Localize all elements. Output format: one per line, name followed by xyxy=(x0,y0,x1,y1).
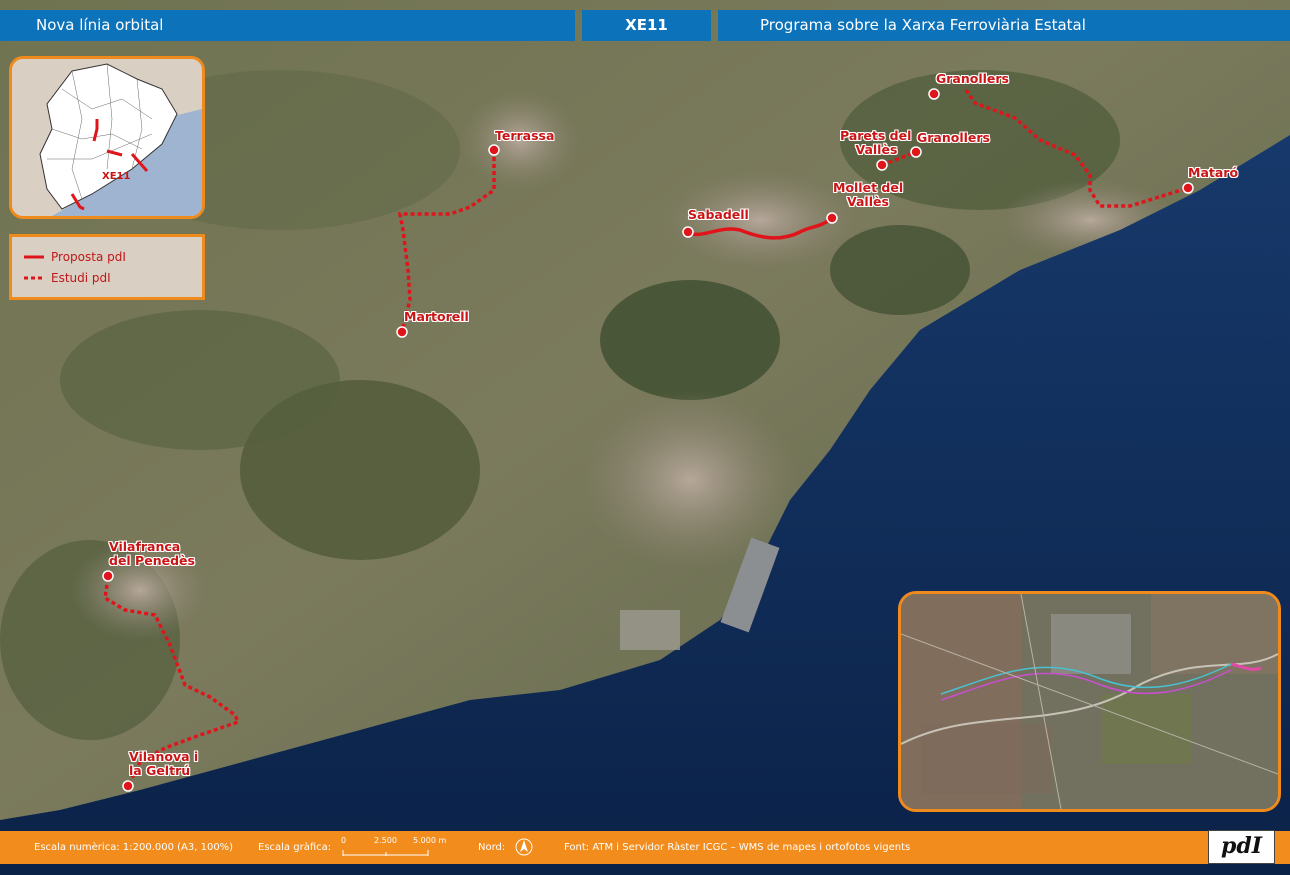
city-label-vilafranca: Vilafranca del Penedès xyxy=(109,540,195,568)
city-label-line: Vallès xyxy=(847,194,889,209)
scale-tick-5000: 5.000 m xyxy=(413,836,447,845)
scale-numeric: Escala numèrica: 1:200.000 (A3, 100%) xyxy=(34,842,234,853)
city-label-mollet: Mollet del Vallès xyxy=(833,181,903,209)
legend: Proposta pdI Estudi pdI xyxy=(9,234,205,300)
scale-tick-2500: 2.500 xyxy=(374,836,397,845)
source-credit: Font: ATM i Servidor Ràster ICGC – WMS d… xyxy=(564,842,911,853)
city-label-line: la Geltrú xyxy=(129,763,191,778)
city-label-line: Vilafranca xyxy=(109,539,181,554)
header-title: Nova línia orbital xyxy=(0,10,575,41)
city-label-parets: Parets del Vallès xyxy=(840,129,911,157)
city-label-line: Vilanova i xyxy=(129,749,199,764)
header-code: XE11 xyxy=(582,10,711,41)
north-label: Nord: xyxy=(478,842,506,853)
legend-label: Estudi pdI xyxy=(51,270,111,285)
legend-item-study: Estudi pdI xyxy=(24,267,202,288)
city-label-vilanova: Vilanova i la Geltrú xyxy=(129,750,198,778)
north-arrow-icon xyxy=(515,838,533,856)
header-program: Programa sobre la Xarxa Ferroviària Esta… xyxy=(718,10,1290,41)
city-label-mataro: Mataró xyxy=(1188,165,1239,180)
locator-label: XE11 xyxy=(102,171,131,182)
city-label-line: Parets del xyxy=(840,128,912,143)
city-label-sabadell: Sabadell xyxy=(688,207,749,222)
dashed-line-icon xyxy=(24,276,44,279)
scale-graphic-label: Escala gràfica: xyxy=(258,842,332,853)
footer-bar: Escala numèrica: 1:200.000 (A3, 100%) Es… xyxy=(0,831,1290,864)
city-label-martorell: Martorell xyxy=(404,309,469,324)
locator-inset-map: XE11 xyxy=(9,56,205,219)
legend-item-proposed: Proposta pdI xyxy=(24,246,202,267)
scale-tick-0: 0 xyxy=(341,836,347,845)
city-label-terrassa: Terrassa xyxy=(495,128,555,143)
legend-label: Proposta pdI xyxy=(51,249,126,264)
solid-line-icon xyxy=(24,255,44,258)
city-label-line: del Penedès xyxy=(109,553,195,568)
pdi-logo: pdI xyxy=(1208,830,1275,864)
detail-inset-map[interactable] xyxy=(898,591,1281,812)
locator-map-graphic xyxy=(12,59,202,216)
city-label-line: Vallès xyxy=(855,142,898,157)
detail-map-graphic xyxy=(901,594,1278,809)
city-label-granollers-north: Granollers xyxy=(936,71,1009,86)
city-label-granollers: Granollers xyxy=(917,130,990,145)
city-label-line: Mollet del xyxy=(833,180,904,195)
